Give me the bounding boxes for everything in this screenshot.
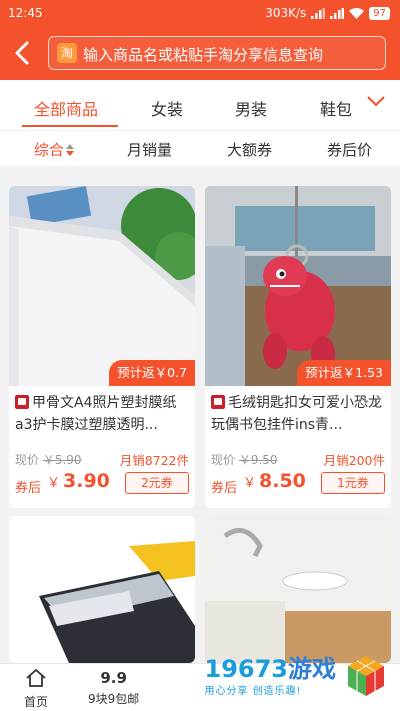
tmall-icon <box>211 395 225 409</box>
product-card[interactable]: 预计返￥1.53 毛绒钥匙扣女可爱小恐龙玩偶书包挂件ins青... 现价 ￥9.… <box>205 186 391 508</box>
category-tabs: 全部商品 女装 男装 鞋包 <box>0 80 400 130</box>
product-image <box>205 516 391 663</box>
product-image: 预计返￥1.53 <box>205 186 391 386</box>
search-input[interactable]: 淘 输入商品名或粘贴手淘分享信息查询 <box>48 36 386 70</box>
product-image <box>9 516 195 663</box>
tab-mens[interactable]: 男装 <box>235 96 267 120</box>
search-placeholder: 输入商品名或粘贴手淘分享信息查询 <box>83 46 324 64</box>
chevron-down-icon[interactable] <box>366 94 386 108</box>
product-card[interactable] <box>9 516 195 663</box>
sort-price-after-coupon[interactable]: 券后价 <box>327 139 372 160</box>
network-speed: 303K/s <box>265 6 307 20</box>
header: 淘 输入商品名或粘贴手淘分享信息查询 <box>0 28 400 80</box>
original-price: 现价 ￥9.50 <box>211 453 278 467</box>
product-card[interactable] <box>205 516 391 663</box>
after-coupon-label: 券后 <box>15 481 42 496</box>
cube-logo-icon <box>348 656 384 696</box>
battery-icon: 97 <box>369 6 390 20</box>
sort-monthly-sales[interactable]: 月销量 <box>127 139 172 160</box>
rebate-badge: 预计返￥0.7 <box>109 360 195 386</box>
original-price: 现价 ￥5.90 <box>15 453 82 467</box>
after-coupon-label: 券后 <box>211 481 238 496</box>
after-coupon-price: ￥ 3.90 <box>47 470 110 492</box>
sort-comprehensive[interactable]: 综合 <box>34 139 64 160</box>
tab-shoes-bags[interactable]: 鞋包 <box>320 96 352 120</box>
signal-icon <box>311 7 326 19</box>
back-arrow-icon[interactable] <box>8 38 38 68</box>
status-bar: 12:45 303K/s 97 <box>0 0 400 28</box>
product-card[interactable]: 预计返￥0.7 甲骨文A4照片塑封膜纸a3护卡膜过塑膜透明... 现价 ￥5.9… <box>9 186 195 508</box>
after-coupon-price: ￥ 8.50 <box>243 470 306 492</box>
monthly-sales: 月销200件 <box>323 453 385 468</box>
signal-icon-2 <box>330 7 345 19</box>
product-title: 甲骨文A4照片塑封膜纸a3护卡膜过塑膜透明... <box>15 395 177 433</box>
status-indicators: 303K/s 97 <box>265 6 390 20</box>
sort-bar: 综合 月销量 大额券 券后价 <box>0 130 400 166</box>
sort-arrows-icon[interactable] <box>66 144 74 156</box>
coupon-badge[interactable]: 1元券 <box>321 472 385 494</box>
taobao-icon: 淘 <box>57 43 77 63</box>
monthly-sales: 月销8722件 <box>119 453 189 468</box>
coupon-badge[interactable]: 2元券 <box>125 472 189 494</box>
product-image: 预计返￥0.7 <box>9 186 195 386</box>
status-time: 12:45 <box>8 6 43 20</box>
home-icon <box>26 668 46 687</box>
nine-nine-icon: 9.9 <box>100 669 127 687</box>
wifi-icon <box>349 7 365 19</box>
tmall-icon <box>15 395 29 409</box>
tab-all-products[interactable]: 全部商品 <box>34 96 98 120</box>
nav-9-9-free-shipping[interactable]: 9.9 9块9包邮 <box>88 668 139 707</box>
sort-big-coupon[interactable]: 大额券 <box>227 139 272 160</box>
rebate-badge: 预计返￥1.53 <box>297 360 391 386</box>
nav-home[interactable]: 首页 <box>24 668 48 710</box>
product-title: 毛绒钥匙扣女可爱小恐龙玩偶书包挂件ins青... <box>211 395 382 433</box>
active-tab-indicator <box>22 125 118 127</box>
watermark: 19673游戏 用心分享 创造乐趣! <box>205 648 389 704</box>
tab-womens[interactable]: 女装 <box>151 96 183 120</box>
